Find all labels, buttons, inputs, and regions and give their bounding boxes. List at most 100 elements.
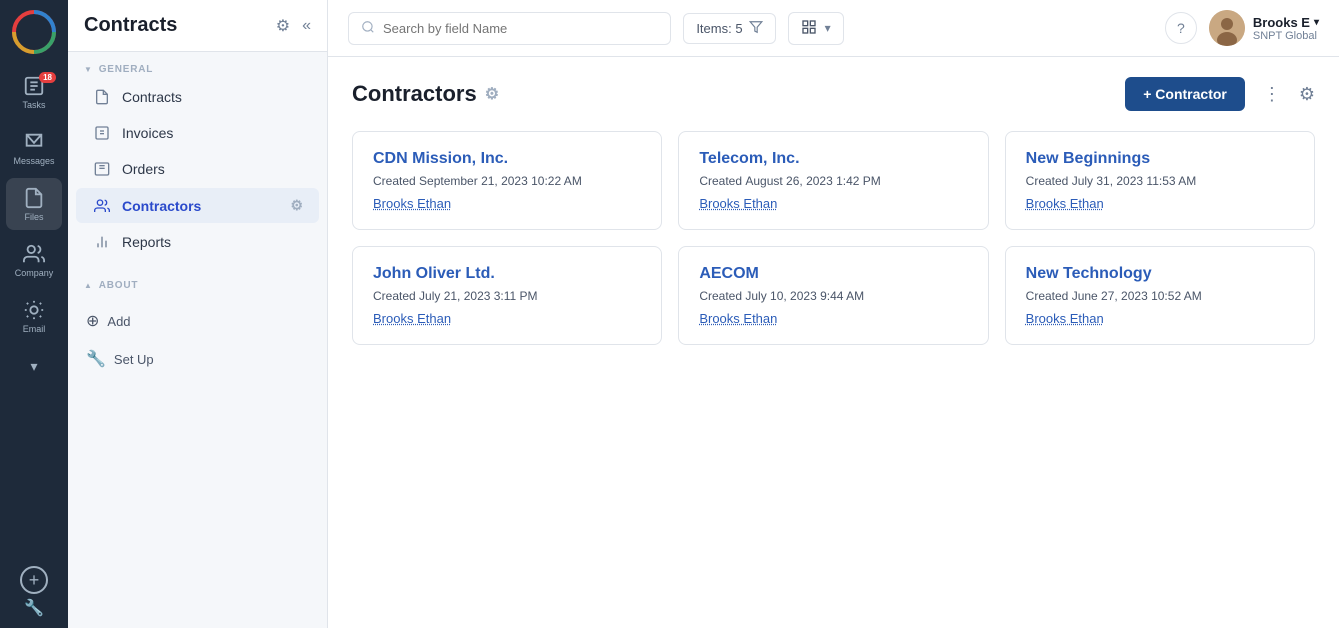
card-name: CDN Mission, Inc.	[373, 150, 641, 168]
chevron-down-icon: ▾	[825, 21, 831, 35]
company-icon	[22, 242, 46, 266]
add-label: Add	[107, 314, 130, 329]
nav-messages-label: Messages	[13, 157, 54, 166]
nav-files-label: Files	[24, 213, 43, 222]
user-chevron-icon: ▾	[1314, 17, 1319, 28]
card-author[interactable]: Brooks Ethan	[699, 311, 967, 326]
messages-icon	[22, 130, 46, 154]
contractors-icon	[92, 198, 112, 214]
sidebar-item-invoices[interactable]: Invoices	[76, 116, 319, 150]
content-header: Contractors ⚙ + Contractor ⋮ ⚙	[352, 77, 1315, 111]
search-input[interactable]	[383, 21, 658, 36]
sidebar-title: Contracts	[84, 14, 276, 37]
contractor-card[interactable]: CDN Mission, Inc. Created September 21, …	[352, 131, 662, 230]
contractors-grid: CDN Mission, Inc. Created September 21, …	[352, 131, 1315, 345]
user-name-block: Brooks E ▾ SNPT Global	[1253, 15, 1319, 42]
card-name: New Beginnings	[1026, 150, 1294, 168]
nav-email-label: Email	[23, 325, 46, 334]
sidebar-gear-icon[interactable]: ⚙	[276, 16, 290, 36]
nav-item-tasks[interactable]: 18 Tasks	[6, 66, 62, 118]
add-contractor-button[interactable]: + Contractor	[1125, 77, 1245, 111]
general-section-label: ▼ GENERAL	[68, 52, 327, 79]
card-created-date: Created September 21, 2023 10:22 AM	[373, 174, 641, 188]
sidebar-item-contractors[interactable]: Contractors ⚙	[76, 188, 319, 223]
nav-item-files[interactable]: Files	[6, 178, 62, 230]
user-info[interactable]: Brooks E ▾ SNPT Global	[1209, 10, 1319, 46]
sidebar-actions: ⊕ Add 🔧 Set Up	[68, 295, 327, 385]
app-logo[interactable]	[12, 10, 56, 54]
nav-tool-button[interactable]: 🔧	[24, 598, 44, 618]
header-actions: + Contractor ⋮ ⚙	[1125, 77, 1315, 111]
card-created-date: Created July 21, 2023 3:11 PM	[373, 289, 641, 303]
invoices-icon	[92, 125, 112, 141]
contractor-card[interactable]: New Technology Created June 27, 2023 10:…	[1005, 246, 1315, 345]
contractor-card[interactable]: Telecom, Inc. Created August 26, 2023 1:…	[678, 131, 988, 230]
sidebar-collapse-icon[interactable]: «	[302, 17, 311, 35]
wrench-icon: 🔧	[86, 349, 106, 369]
card-name: John Oliver Ltd.	[373, 265, 641, 283]
sidebar-add-button[interactable]: ⊕ Add	[76, 303, 319, 339]
nav-item-messages[interactable]: Messages	[6, 122, 62, 174]
contractor-card[interactable]: John Oliver Ltd. Created July 21, 2023 3…	[352, 246, 662, 345]
nav-more-button[interactable]: ▾	[6, 346, 62, 386]
sidebar-setup-button[interactable]: 🔧 Set Up	[76, 341, 319, 377]
card-name: AECOM	[699, 265, 967, 283]
nav-item-company[interactable]: Company	[6, 234, 62, 286]
card-author[interactable]: Brooks Ethan	[699, 196, 967, 211]
help-button[interactable]: ?	[1165, 12, 1197, 44]
invoices-label: Invoices	[122, 125, 173, 141]
search-box[interactable]	[348, 12, 671, 45]
sidebar-header: Contracts ⚙ «	[68, 0, 327, 52]
items-count-text: Items: 5	[696, 21, 742, 36]
content-settings-icon[interactable]: ⚙	[1299, 84, 1315, 105]
view-toggle-button[interactable]: ▾	[788, 12, 844, 45]
content-gear-icon[interactable]: ⚙	[485, 84, 499, 104]
nav-bottom: + 🔧	[20, 566, 48, 618]
contracts-label: Contracts	[122, 89, 182, 105]
nav-tasks-label: Tasks	[22, 101, 45, 110]
card-author[interactable]: Brooks Ethan	[373, 311, 641, 326]
contractors-settings-icon[interactable]: ⚙	[290, 197, 303, 214]
sidebar-item-orders[interactable]: Orders	[76, 152, 319, 186]
chevron-down-icon: ▾	[22, 354, 46, 378]
card-created-date: Created June 27, 2023 10:52 AM	[1026, 289, 1294, 303]
orders-label: Orders	[122, 161, 165, 177]
page-title: Contractors ⚙	[352, 81, 499, 107]
contractor-card[interactable]: AECOM Created July 10, 2023 9:44 AM Broo…	[678, 246, 988, 345]
filter-icon[interactable]	[749, 20, 763, 37]
avatar	[1209, 10, 1245, 46]
nav-company-label: Company	[15, 269, 54, 278]
card-author[interactable]: Brooks Ethan	[373, 196, 641, 211]
sidebar-item-reports[interactable]: Reports	[76, 225, 319, 259]
reports-label: Reports	[122, 234, 171, 250]
contracts-icon	[92, 89, 112, 105]
search-icon	[361, 20, 375, 37]
card-created-date: Created July 31, 2023 11:53 AM	[1026, 174, 1294, 188]
files-icon	[22, 186, 46, 210]
sidebar-item-contracts[interactable]: Contracts	[76, 80, 319, 114]
items-count-badge: Items: 5	[683, 13, 775, 44]
about-arrow-icon: ▲	[84, 281, 93, 290]
card-created-date: Created August 26, 2023 1:42 PM	[699, 174, 967, 188]
content-area: Contractors ⚙ + Contractor ⋮ ⚙ CDN Missi…	[328, 57, 1339, 628]
reports-icon	[92, 234, 112, 250]
nav-add-button[interactable]: +	[20, 566, 48, 594]
card-author[interactable]: Brooks Ethan	[1026, 196, 1294, 211]
top-bar: Items: 5 ▾ ?	[328, 0, 1339, 57]
contractor-card[interactable]: New Beginnings Created July 31, 2023 11:…	[1005, 131, 1315, 230]
main-content: Items: 5 ▾ ?	[328, 0, 1339, 628]
user-name: Brooks E ▾	[1253, 15, 1319, 30]
plus-circle-icon: ⊕	[86, 311, 99, 331]
tasks-badge: 18	[39, 72, 56, 83]
user-company: SNPT Global	[1253, 30, 1319, 42]
general-arrow-icon: ▼	[84, 65, 93, 74]
email-icon	[22, 298, 46, 322]
grid-view-icon	[801, 19, 817, 38]
setup-label: Set Up	[114, 352, 154, 367]
about-section-label: ▲ ABOUT	[68, 268, 327, 295]
card-author[interactable]: Brooks Ethan	[1026, 311, 1294, 326]
card-name: Telecom, Inc.	[699, 150, 967, 168]
more-options-icon[interactable]: ⋮	[1255, 80, 1289, 109]
nav-item-email[interactable]: Email	[6, 290, 62, 342]
about-section: ▲ ABOUT	[68, 268, 327, 295]
